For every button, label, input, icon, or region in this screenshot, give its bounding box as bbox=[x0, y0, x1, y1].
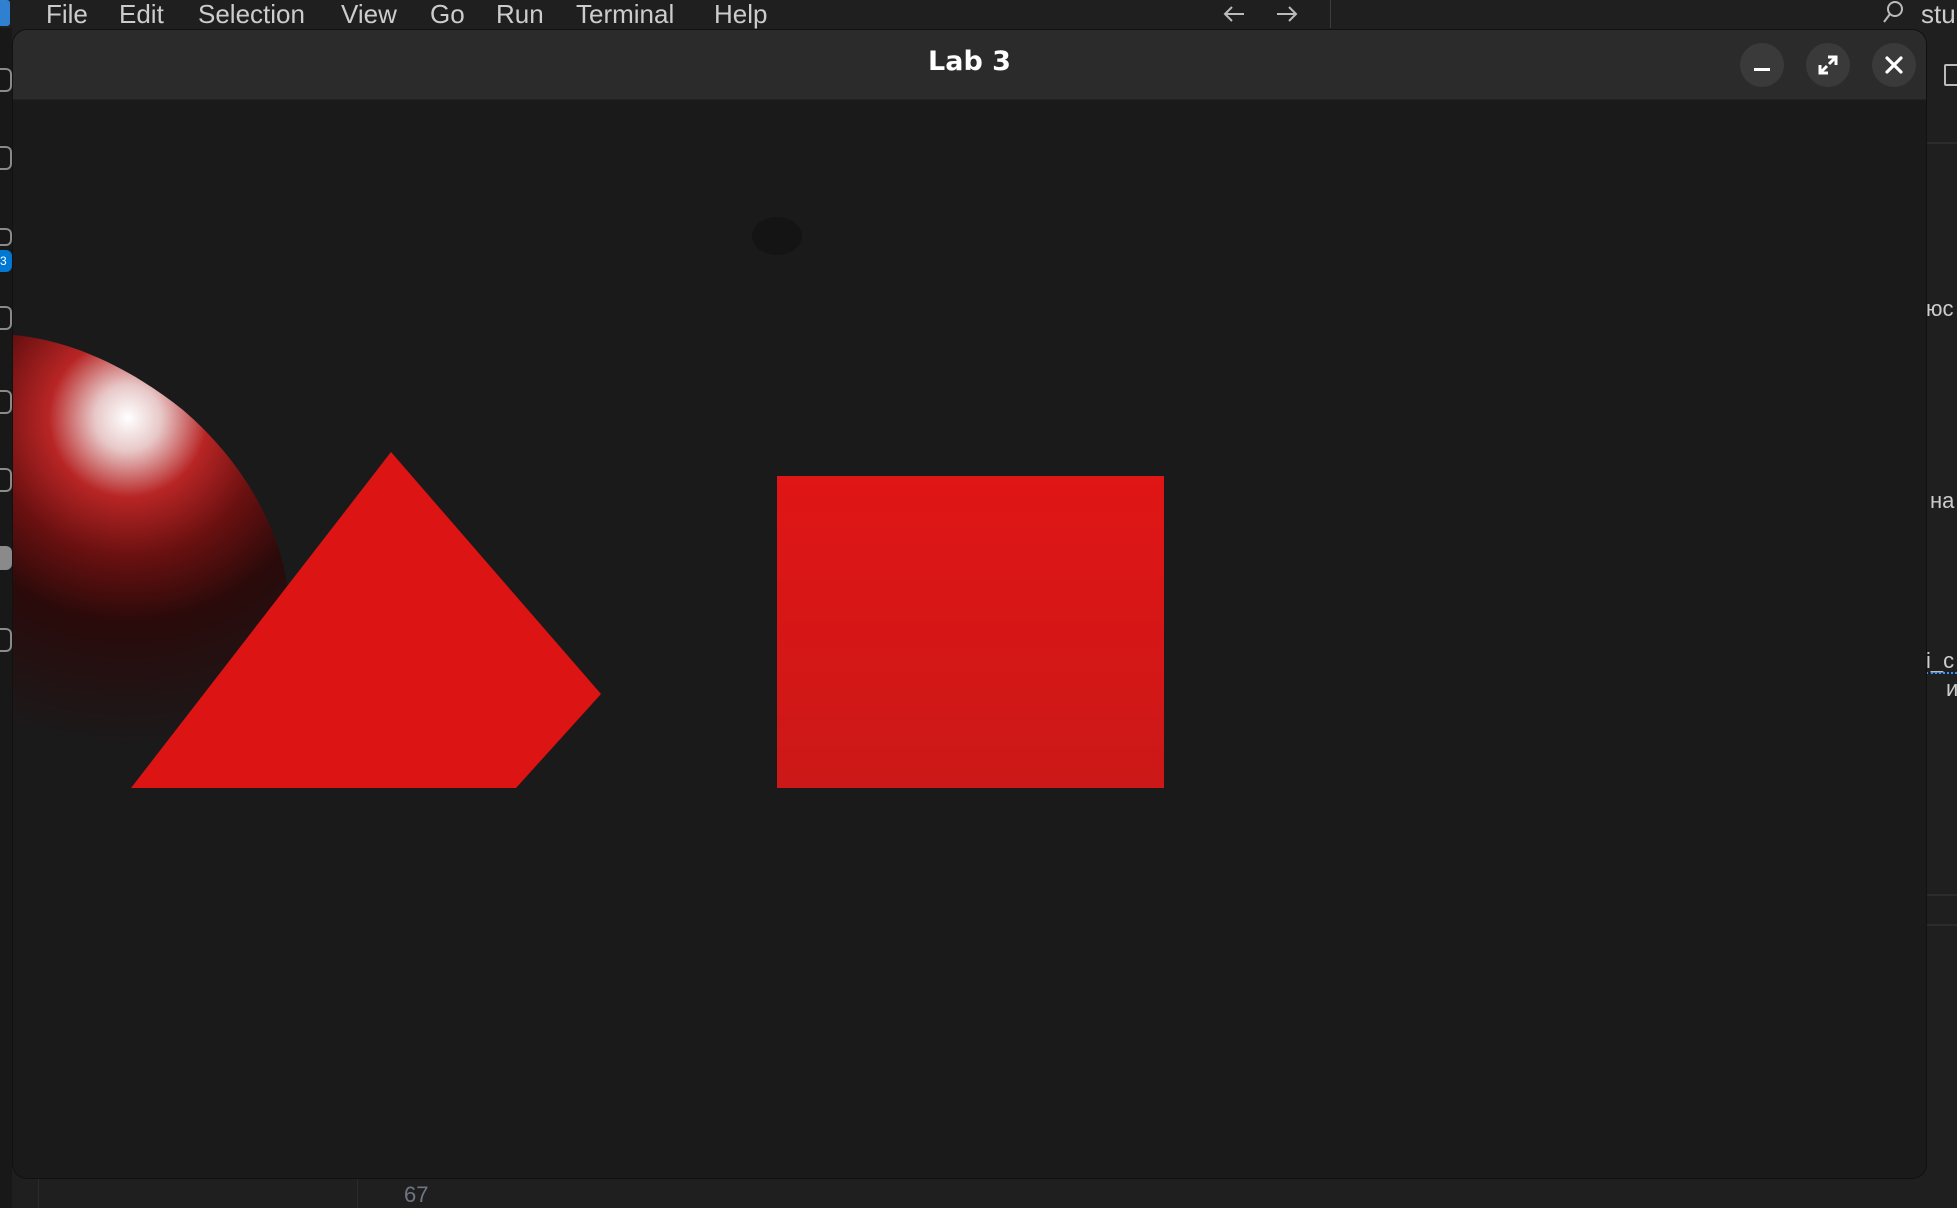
vscode-menubar: File Edit Selection View Go Run Terminal… bbox=[0, 0, 1957, 28]
scene-sphere bbox=[13, 335, 291, 895]
minimize-icon bbox=[1754, 68, 1770, 71]
minimize-button[interactable] bbox=[1740, 43, 1784, 87]
vscode-logo-icon[interactable] bbox=[0, 0, 10, 26]
maximize-icon bbox=[1818, 55, 1838, 75]
menu-edit[interactable]: Edit bbox=[119, 0, 164, 28]
remote-icon[interactable] bbox=[0, 628, 12, 652]
editor-divider bbox=[1925, 894, 1957, 896]
activity-bar bbox=[0, 28, 12, 1208]
close-icon bbox=[1885, 56, 1903, 74]
code-fragment: на bbox=[1930, 488, 1955, 513]
database-icon[interactable] bbox=[0, 468, 12, 492]
extensions-icon[interactable] bbox=[0, 390, 12, 414]
gutter-divider bbox=[357, 1178, 358, 1208]
testing-icon[interactable] bbox=[0, 546, 12, 570]
editor-divider bbox=[1925, 924, 1957, 926]
run-debug-icon[interactable] bbox=[0, 306, 12, 330]
editor-right-strip bbox=[1925, 28, 1957, 1208]
code-fragment: юс bbox=[1926, 296, 1954, 321]
lab3-window: Lab 3 bbox=[13, 30, 1926, 1178]
scene-canvas[interactable] bbox=[13, 100, 1926, 1178]
search-icon[interactable] bbox=[1882, 0, 1904, 26]
sidebar-divider bbox=[38, 1178, 39, 1208]
code-fragment: и bbox=[1946, 676, 1957, 701]
menu-view[interactable]: View bbox=[341, 0, 397, 28]
scene-dot bbox=[752, 217, 802, 255]
line-number: 67 bbox=[404, 1182, 429, 1207]
editor-bottom-area bbox=[12, 1178, 1957, 1208]
source-control-badge: 3 bbox=[0, 250, 12, 272]
split-editor-icon[interactable] bbox=[1944, 64, 1957, 86]
arrow-left-icon[interactable] bbox=[1220, 1, 1248, 31]
window-title: Lab 3 bbox=[928, 46, 1011, 77]
window-titlebar[interactable]: Lab 3 bbox=[13, 30, 1926, 100]
editor-divider bbox=[1925, 142, 1957, 144]
command-center[interactable] bbox=[1330, 0, 1957, 28]
scene-rectangle bbox=[777, 476, 1164, 788]
arrow-right-icon[interactable] bbox=[1273, 1, 1301, 31]
menu-terminal[interactable]: Terminal bbox=[576, 0, 674, 28]
maximize-button[interactable] bbox=[1806, 43, 1850, 87]
menu-run[interactable]: Run bbox=[496, 0, 544, 28]
explorer-icon[interactable] bbox=[0, 68, 12, 92]
menu-file[interactable]: File bbox=[46, 0, 88, 28]
close-button[interactable] bbox=[1872, 43, 1916, 87]
source-control-icon[interactable] bbox=[0, 228, 12, 246]
search-activity-icon[interactable] bbox=[0, 146, 12, 170]
menu-help[interactable]: Help bbox=[714, 0, 767, 28]
render-viewport[interactable] bbox=[13, 100, 1926, 1178]
menu-go[interactable]: Go bbox=[430, 0, 465, 28]
command-center-text[interactable]: stu bbox=[1921, 0, 1956, 28]
spelling-squiggle bbox=[1926, 668, 1957, 674]
menu-selection[interactable]: Selection bbox=[198, 0, 305, 28]
